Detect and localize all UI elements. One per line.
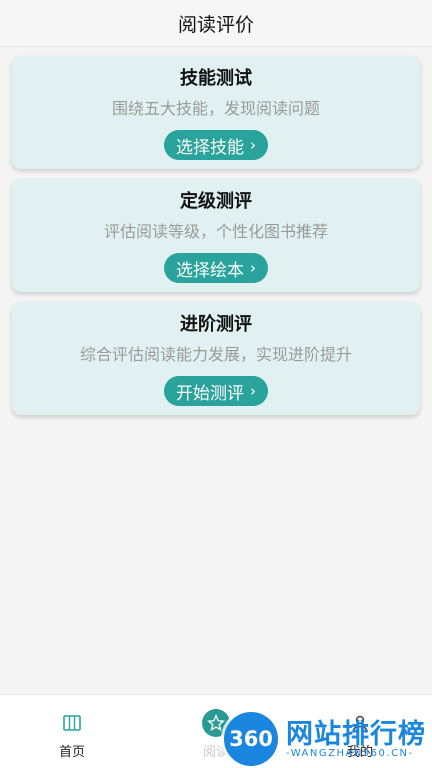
card-description: 围绕五大技能，发现阅读问题: [111, 99, 320, 118]
card-title: 进阶测评: [180, 314, 252, 335]
chevron-right-icon: ›: [250, 135, 256, 154]
chevron-right-icon: ›: [250, 258, 256, 277]
card-list: 技能测试 围绕五大技能，发现阅读问题 选择技能 › 定级测评 评估阅读等级，个性…: [12, 56, 420, 425]
button-label: 选择技能: [176, 137, 244, 158]
button-label: 开始测评: [176, 383, 244, 404]
card-description: 评估阅读等级，个性化图书推荐: [103, 222, 328, 241]
card-advanced-test: 进阶测评 综合评估阅读能力发展，实现进阶提升 开始测评 ›: [12, 302, 420, 415]
select-skill-button[interactable]: 选择技能 ›: [164, 130, 268, 160]
tab-home[interactable]: 首页: [22, 695, 122, 768]
chevron-right-icon: ›: [250, 381, 256, 400]
card-title: 定级测评: [180, 191, 252, 212]
watermark-badge: 360: [224, 712, 278, 766]
start-test-button[interactable]: 开始测评 ›: [164, 376, 268, 406]
tab-label: 首页: [58, 745, 85, 760]
watermark: 360 网站排行榜 -WANGZHAN360.CN-: [224, 706, 432, 768]
card-skill-test: 技能测试 围绕五大技能，发现阅读问题 选择技能 ›: [12, 56, 420, 169]
card-level-test: 定级测评 评估阅读等级，个性化图书推荐 选择绘本 ›: [12, 179, 420, 292]
button-label: 选择绘本: [176, 260, 244, 281]
page-title: 阅读评价: [177, 13, 254, 36]
card-title: 技能测试: [180, 68, 252, 89]
watermark-subtext: -WANGZHAN360.CN-: [286, 748, 414, 759]
watermark-text: 网站排行榜: [286, 719, 426, 750]
card-description: 综合评估阅读能力发展，实现进阶提升: [79, 345, 352, 364]
book-icon: [62, 713, 82, 737]
top-bar: 阅读评价: [0, 0, 432, 47]
select-picture-book-button[interactable]: 选择绘本 ›: [164, 253, 268, 283]
